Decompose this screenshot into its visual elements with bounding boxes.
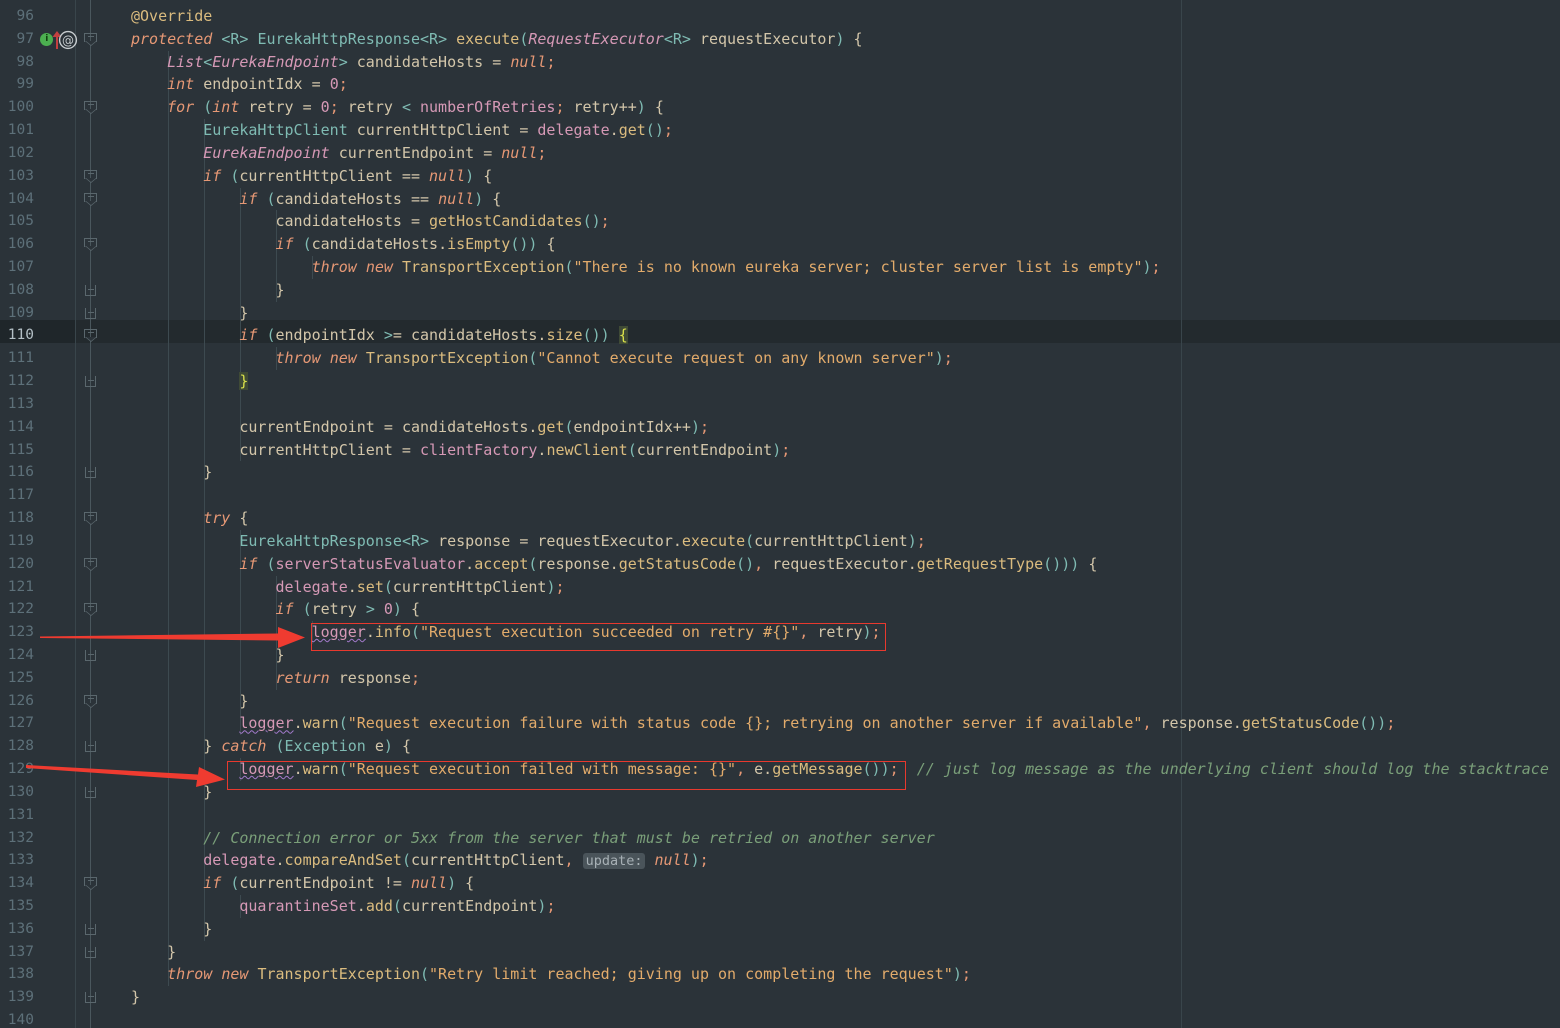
code-editor[interactable]: i @ 96 @Override 97 protected <R> EurekaHtt… <box>0 0 1560 1028</box>
annotation-arrow-line-129 <box>26 765 225 787</box>
annotation-arrow-line-123 <box>40 627 305 648</box>
annotation-overlay <box>0 0 1560 1028</box>
annotation-arrows <box>26 627 305 787</box>
